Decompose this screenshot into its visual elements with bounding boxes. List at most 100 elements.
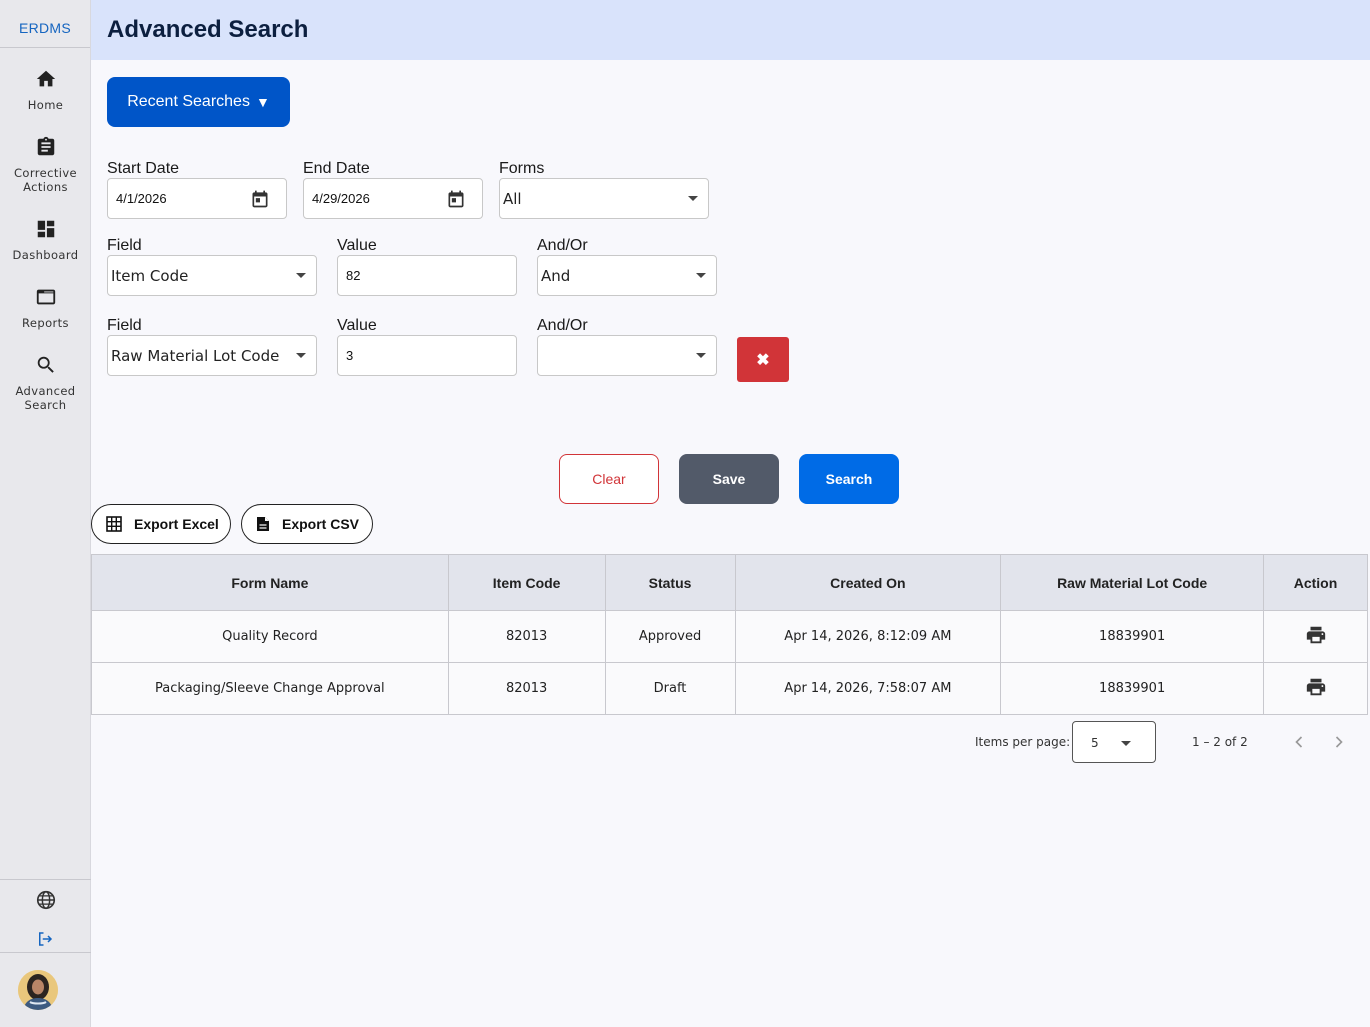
- sidebar-item-advanced-search[interactable]: Advanced Search: [0, 354, 91, 412]
- main-content: Recent Searches ▼ Start Date 4/1/2026 En…: [91, 60, 1370, 1027]
- column-header-lot-code[interactable]: Raw Material Lot Code: [1000, 554, 1265, 611]
- column-header-status[interactable]: Status: [604, 554, 736, 611]
- andor-select[interactable]: [537, 335, 717, 376]
- sidebar-item-reports[interactable]: Reports: [0, 286, 91, 330]
- field-select[interactable]: Item Code: [107, 255, 317, 296]
- cell-lot-code: 18839901: [1000, 662, 1265, 715]
- app-root: ERDMS Home Corrective Actions Dashboard …: [0, 0, 1370, 1027]
- clear-button[interactable]: Clear: [559, 454, 659, 504]
- export-csv-label: Export CSV: [282, 516, 360, 532]
- sidebar-item-home[interactable]: Home: [0, 68, 91, 112]
- forms-select[interactable]: All: [499, 178, 709, 219]
- recent-searches-button[interactable]: Recent Searches ▼: [107, 77, 290, 127]
- value-input-text: 3: [346, 348, 354, 363]
- table-row: Packaging/Sleeve Change Approval 82013 D…: [91, 662, 1368, 715]
- cell-action: [1263, 662, 1368, 715]
- export-excel-label: Export Excel: [134, 516, 219, 532]
- cell-item-code: 82013: [447, 662, 606, 715]
- chevron-left-icon[interactable]: [1289, 732, 1309, 752]
- file-icon: [257, 517, 269, 531]
- sidebar-item-label: Corrective Actions: [13, 166, 78, 194]
- print-icon[interactable]: [1305, 624, 1327, 646]
- print-icon[interactable]: [1305, 676, 1327, 698]
- column-header-item-code[interactable]: Item Code: [447, 554, 606, 611]
- logout-icon[interactable]: [36, 930, 54, 948]
- sidebar-item-label: Home: [27, 98, 64, 112]
- sidebar-item-label: Dashboard: [12, 248, 79, 262]
- start-date-field[interactable]: 4/1/2026: [107, 178, 287, 219]
- cell-action: [1263, 610, 1368, 663]
- field-value: Raw Material Lot Code: [111, 346, 280, 365]
- sidebar-item-label: Reports: [22, 316, 69, 330]
- pagination-range: 1 – 2 of 2: [1192, 735, 1248, 749]
- page-header: Advanced Search: [91, 0, 1370, 60]
- cell-form-name: Packaging/Sleeve Change Approval: [91, 662, 449, 715]
- search-icon: [37, 356, 54, 373]
- cell-created-on: Apr 14, 2026, 8:12:09 AM: [734, 610, 1002, 663]
- grid-icon: [106, 516, 122, 532]
- dropdown-caret-icon: [696, 273, 706, 278]
- forms-value: All: [503, 189, 522, 208]
- andor-label: And/Or: [537, 317, 588, 334]
- dropdown-caret-icon: [296, 273, 306, 278]
- export-excel-button[interactable]: Export Excel: [91, 504, 231, 544]
- globe-icon[interactable]: [35, 889, 57, 911]
- table-header-row: Form Name Item Code Status Created On Ra…: [91, 554, 1368, 611]
- sidebar: ERDMS Home Corrective Actions Dashboard …: [0, 0, 91, 1027]
- home-icon: [36, 70, 55, 87]
- value-input[interactable]: 3: [337, 335, 517, 376]
- column-header-created-on[interactable]: Created On: [734, 554, 1002, 611]
- dropdown-caret-icon: [688, 196, 698, 201]
- start-date-label: Start Date: [107, 160, 180, 177]
- sidebar-divider: [0, 952, 91, 953]
- search-button[interactable]: Search: [799, 454, 899, 504]
- close-icon: ✖: [756, 351, 770, 369]
- sidebar-item-dashboard[interactable]: Dashboard: [0, 218, 91, 262]
- value-input[interactable]: 82: [337, 255, 517, 296]
- sidebar-item-label: Advanced Search: [15, 384, 76, 412]
- calendar-icon[interactable]: [250, 189, 270, 209]
- items-per-page-label: Items per page:: [975, 735, 1071, 749]
- reports-icon: [36, 289, 55, 305]
- value-label: Value: [337, 317, 377, 334]
- field-select[interactable]: Raw Material Lot Code: [107, 335, 317, 376]
- field-value: Item Code: [111, 266, 189, 285]
- results-table: Form Name Item Code Status Created On Ra…: [91, 554, 1368, 715]
- field-label: Field: [107, 237, 142, 254]
- value-input-text: 82: [346, 268, 361, 283]
- cell-created-on: Apr 14, 2026, 7:58:07 AM: [734, 662, 1002, 715]
- dropdown-caret-icon: [696, 353, 706, 358]
- andor-value: And: [541, 266, 571, 285]
- sidebar-item-corrective-actions[interactable]: Corrective Actions: [0, 136, 91, 194]
- andor-select[interactable]: And: [537, 255, 717, 296]
- end-date-value: 4/29/2026: [312, 191, 370, 206]
- remove-condition-button[interactable]: ✖: [737, 337, 789, 382]
- value-label: Value: [337, 237, 377, 254]
- dropdown-caret-icon: [1121, 741, 1131, 746]
- export-csv-button[interactable]: Export CSV: [241, 504, 373, 544]
- cell-status: Approved: [604, 610, 736, 663]
- calendar-icon[interactable]: [446, 189, 466, 209]
- save-button[interactable]: Save: [679, 454, 779, 504]
- sidebar-divider: [0, 879, 91, 880]
- chevron-right-icon[interactable]: [1329, 732, 1349, 752]
- items-per-page-value: 5: [1091, 736, 1099, 750]
- brand-logo[interactable]: ERDMS: [0, 0, 90, 48]
- recent-searches-label: Recent Searches: [127, 93, 250, 110]
- field-label: Field: [107, 317, 142, 334]
- cell-lot-code: 18839901: [1000, 610, 1265, 663]
- items-per-page-select[interactable]: 5: [1072, 721, 1156, 763]
- end-date-label: End Date: [303, 160, 370, 177]
- table-row: Quality Record 82013 Approved Apr 14, 20…: [91, 610, 1368, 663]
- end-date-field[interactable]: 4/29/2026: [303, 178, 483, 219]
- start-date-value: 4/1/2026: [116, 191, 167, 206]
- dashboard-icon: [37, 220, 54, 238]
- page-title: Advanced Search: [107, 16, 309, 43]
- andor-label: And/Or: [537, 237, 588, 254]
- column-header-action: Action: [1263, 554, 1368, 611]
- cell-status: Draft: [604, 662, 736, 715]
- clipboard-icon: [37, 136, 54, 156]
- chevron-down-icon: ▼: [255, 94, 270, 110]
- avatar[interactable]: [18, 970, 58, 1010]
- column-header-form-name[interactable]: Form Name: [91, 554, 449, 611]
